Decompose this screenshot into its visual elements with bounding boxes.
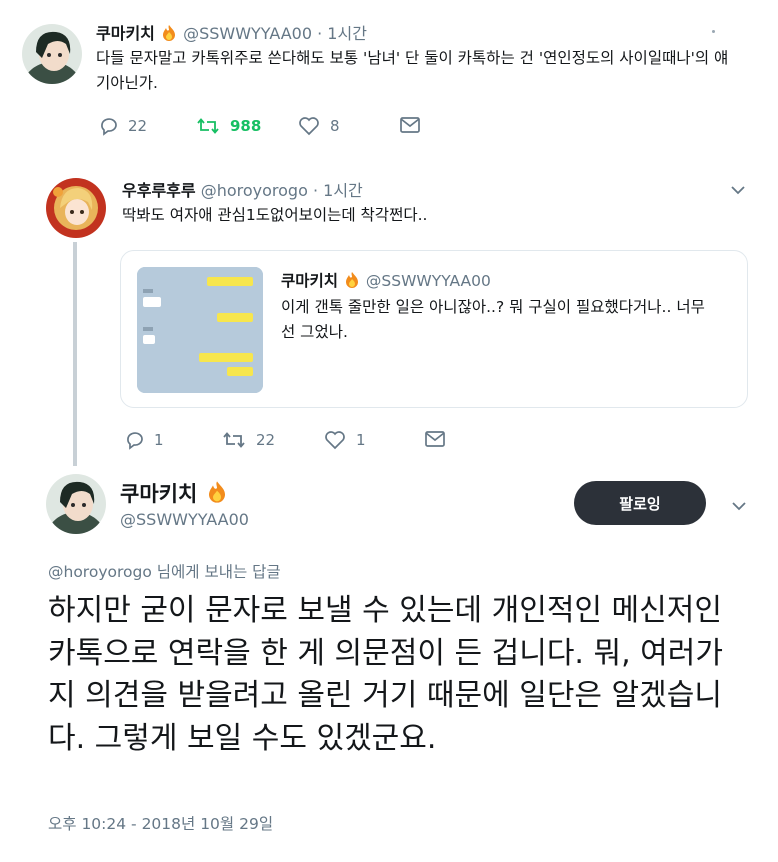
heart-icon	[299, 117, 319, 136]
quoted-user-handle[interactable]: @SSWWYYAA00	[366, 272, 491, 290]
envelope-icon	[400, 117, 420, 133]
quoted-tweet-header: 쿠마키치 @SSWWYYAA00	[281, 269, 491, 293]
tweet-header: 쿠마키치 @SSWWYYAA00 · 1시간	[96, 20, 367, 46]
thread-connector	[73, 242, 77, 466]
fire-emoji	[343, 271, 361, 293]
user-avatar[interactable]	[22, 24, 82, 84]
envelope-icon	[425, 431, 445, 447]
fire-emoji	[205, 480, 229, 509]
tweet-text: 다들 문자말고 카톡위주로 쓴다해도 보통 '남녀' 단 둘이 카톡하는 건 '…	[96, 49, 729, 92]
tweet-time[interactable]: · 1시간	[313, 181, 363, 200]
user-handle[interactable]: @SSWWYYAA00	[120, 510, 249, 529]
reply-button[interactable]: 22	[98, 116, 147, 136]
replying-to: @horoyorogo 님에게 보내는 답글	[48, 560, 281, 582]
like-button[interactable]: 1	[324, 430, 366, 450]
tweet-time[interactable]: · 1시간	[317, 24, 367, 43]
retweet-icon	[197, 118, 219, 134]
reply-icon	[127, 432, 143, 450]
display-name-text: 쿠마키치	[120, 482, 198, 506]
reply-button[interactable]: 1	[124, 430, 164, 450]
user-handle[interactable]: @SSWWYYAA00	[183, 24, 312, 43]
tweet-header: 우후루후루 @horoyorogo · 1시간	[122, 177, 363, 201]
tweet-original: 쿠마키치 @SSWWYYAA00 · 1시간 다들 문자말고 카톡위주로 쓴다해…	[0, 0, 778, 150]
user-avatar[interactable]	[46, 474, 106, 534]
retweet-count: 22	[256, 431, 276, 449]
retweet-count: 988	[230, 117, 262, 135]
user-avatar[interactable]	[46, 178, 106, 238]
fire-emoji	[160, 24, 178, 46]
quoted-display-name[interactable]: 쿠마키치	[281, 272, 338, 290]
reply-icon	[101, 118, 117, 136]
retweet-button[interactable]: 988	[196, 116, 261, 136]
quoted-tweet-card[interactable]: 쿠마키치 @SSWWYYAA00 이게 갠톡 줄만한 일은 아니잖아..? 뭐 …	[120, 250, 748, 408]
tweet-text: 딱봐도 여자애 관심1도없어보이는데 착각쩐다..	[122, 206, 428, 224]
tweet-text: 하지만 굳이 문자로 보낼 수 있는데 개인적인 메신저인 카톡으로 연락을 한…	[48, 593, 723, 756]
quoted-tweet-image[interactable]	[137, 267, 263, 393]
like-count: 1	[356, 431, 366, 449]
retweet-button[interactable]: 22	[222, 430, 275, 450]
retweet-icon	[223, 432, 245, 448]
like-button[interactable]: 8	[298, 116, 340, 136]
chevron-down-icon[interactable]	[730, 499, 748, 513]
quoted-tweet-text: 이게 갠톡 줄만한 일은 아니잖아..? 뭐 구실이 필요했다거나.. 너무 선…	[281, 298, 705, 341]
chevron-down-icon[interactable]	[729, 183, 747, 197]
user-handle[interactable]: @horoyorogo	[201, 181, 308, 200]
following-button[interactable]: 팔로잉	[574, 481, 706, 525]
like-count: 8	[330, 117, 340, 135]
replying-to-label: 님에게 보내는 답글	[151, 563, 281, 581]
dm-button[interactable]	[424, 430, 446, 448]
reply-count: 22	[128, 117, 148, 135]
display-name[interactable]: 쿠마키치	[96, 24, 155, 43]
heart-icon	[325, 431, 345, 450]
tweet-timestamp[interactable]: 오후 10:24 - 2018년 10월 29일	[48, 812, 273, 834]
reply-count: 1	[154, 431, 164, 449]
display-name[interactable]: 쿠마키치	[120, 478, 229, 509]
caret-dot	[712, 30, 715, 33]
display-name[interactable]: 우후루후루	[122, 181, 196, 200]
replying-to-handle[interactable]: @horoyorogo	[48, 563, 152, 581]
dm-button[interactable]	[399, 116, 421, 134]
